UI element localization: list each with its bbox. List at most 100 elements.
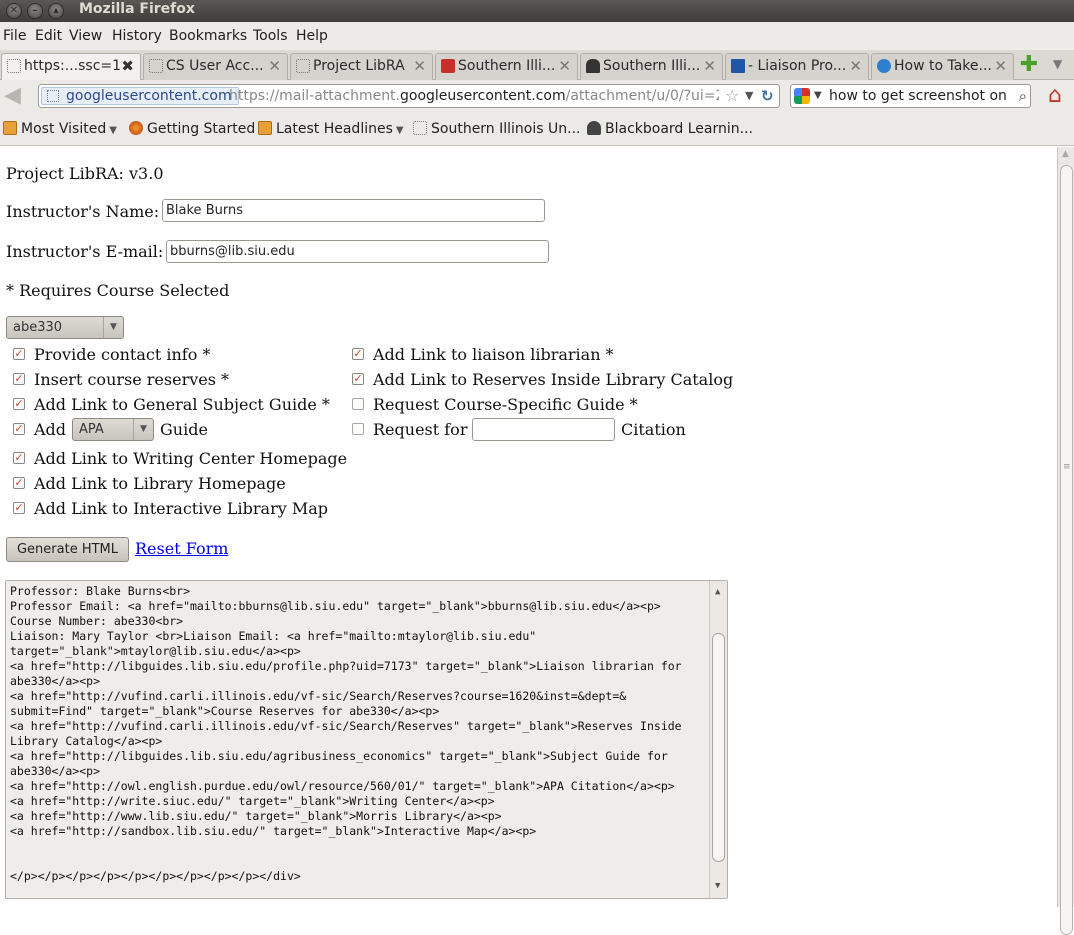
tab-label: CS User Acc... bbox=[166, 58, 264, 74]
citation-request-label: Request for bbox=[373, 420, 468, 439]
page-scrollbar[interactable]: ▲ ≡ bbox=[1057, 147, 1074, 935]
tab-southern-illinois[interactable]: Southern Illi... ✕ bbox=[580, 53, 723, 80]
tab-how-to-take[interactable]: How to Take... ✕ bbox=[871, 53, 1014, 80]
tab-list-chevron-icon[interactable]: ▼ bbox=[1053, 57, 1062, 71]
url-bar[interactable]: googleusercontent.com https://mail-attac… bbox=[38, 84, 780, 108]
provide-contact-checkbox[interactable]: ✓ bbox=[13, 348, 25, 360]
menu-tools[interactable]: Tools bbox=[253, 28, 288, 44]
menu-edit[interactable]: Edit bbox=[35, 28, 62, 44]
reserves-catalog-checkbox[interactable]: ✓ bbox=[352, 373, 364, 385]
output-line: <a href="http://www.lib.siu.edu/" target… bbox=[10, 809, 502, 823]
close-window-button[interactable]: ✕ bbox=[6, 3, 22, 19]
bookmark-most-visited[interactable]: Most Visited ▼ bbox=[3, 121, 117, 137]
output-scroll-thumb[interactable] bbox=[712, 633, 725, 862]
chevron-down-icon: ▼ bbox=[103, 317, 123, 338]
output-line: Professor Email: <a href="mailto:bburns@… bbox=[10, 599, 661, 613]
minimize-window-button[interactable]: – bbox=[27, 3, 43, 19]
tab-cs-user[interactable]: CS User Acc... ✕ bbox=[143, 53, 288, 80]
bookmark-label: Most Visited bbox=[21, 121, 107, 137]
gmail-icon bbox=[441, 59, 455, 73]
back-arrow-icon[interactable]: ◀ bbox=[4, 83, 21, 108]
output-line: submit=Find" target="_blank">Course Rese… bbox=[10, 704, 440, 718]
new-tab-plus-icon[interactable]: ✚ bbox=[1018, 54, 1040, 76]
libguides-icon bbox=[731, 59, 745, 73]
requires-course-note: * Requires Course Selected bbox=[6, 281, 230, 300]
bookmark-blackboard[interactable]: Blackboard Learnin... bbox=[587, 121, 753, 137]
url-history-dropdown-icon[interactable]: ▼ bbox=[745, 89, 753, 102]
page-scroll-thumb[interactable] bbox=[1060, 165, 1073, 935]
liaison-librarian-label: Add Link to liaison librarian * bbox=[373, 345, 614, 364]
output-scrollbar[interactable]: ▲ ▼ bbox=[709, 581, 727, 898]
search-icon[interactable]: ⌕ bbox=[1019, 87, 1027, 105]
tab-close-icon[interactable]: ✕ bbox=[994, 57, 1007, 75]
bookmark-southern-illinois[interactable]: Southern Illinois Un... bbox=[413, 121, 580, 137]
chevron-down-icon: ▼ bbox=[133, 419, 153, 440]
menu-history[interactable]: History bbox=[112, 28, 162, 44]
instructor-email-input[interactable]: bburns@lib.siu.edu bbox=[166, 240, 549, 263]
scroll-down-icon[interactable]: ▼ bbox=[715, 879, 720, 894]
generate-html-button[interactable]: Generate HTML bbox=[6, 537, 129, 562]
menu-help[interactable]: Help bbox=[296, 28, 328, 44]
tab-close-icon[interactable]: ✕ bbox=[703, 57, 716, 75]
guide-suffix-label: Guide bbox=[160, 420, 208, 439]
tab-liaison[interactable]: - Liaison Pro... ✕ bbox=[725, 53, 869, 80]
menu-file[interactable]: File bbox=[3, 28, 26, 44]
menu-view[interactable]: View bbox=[69, 28, 102, 44]
writing-center-checkbox[interactable]: ✓ bbox=[13, 452, 25, 464]
liaison-librarian-checkbox[interactable]: ✓ bbox=[352, 348, 364, 360]
menu-bookmarks[interactable]: Bookmarks bbox=[169, 28, 247, 44]
output-line: Liaison: Mary Taylor <br>Liaison Email: … bbox=[10, 629, 537, 643]
output-line: <a href="http://sandbox.lib.siu.edu/" ta… bbox=[10, 824, 537, 838]
reload-icon[interactable]: ↻ bbox=[761, 87, 774, 105]
tab-label: https:...ssc=1 bbox=[24, 58, 122, 74]
page-icon bbox=[296, 59, 310, 73]
citation-guide-checkbox[interactable]: ✓ bbox=[13, 423, 25, 435]
scroll-up-icon[interactable]: ▲ bbox=[715, 585, 720, 600]
site-identity-button[interactable]: googleusercontent.com bbox=[41, 87, 239, 105]
output-line: <a href="http://libguides.lib.siu.edu/ag… bbox=[10, 749, 668, 763]
page-icon bbox=[7, 59, 21, 73]
tab-close-icon[interactable]: ✕ bbox=[413, 57, 426, 75]
url-text[interactable]: https://mail-attachment.googleuserconten… bbox=[229, 88, 719, 104]
library-map-checkbox[interactable]: ✓ bbox=[13, 502, 25, 514]
tab-attachment[interactable]: https:...ssc=1 ✖ bbox=[1, 53, 141, 80]
bookmark-label: Blackboard Learnin... bbox=[605, 121, 753, 137]
generated-html-output[interactable]: Professor: Blake Burns<br> Professor Emai… bbox=[5, 580, 728, 899]
citation-request-input[interactable] bbox=[472, 418, 615, 441]
google-engine-icon[interactable] bbox=[794, 88, 810, 104]
bookmark-label: Southern Illinois Un... bbox=[431, 121, 581, 137]
search-bar[interactable]: ▼ how to get screenshot on liux ⌕ bbox=[790, 84, 1031, 108]
tab-label: Project LibRA bbox=[313, 58, 405, 74]
reset-form-link[interactable]: Reset Form bbox=[135, 539, 228, 558]
chevron-down-icon: ▼ bbox=[109, 125, 117, 136]
bookmark-getting-started[interactable]: Getting Started bbox=[129, 121, 255, 137]
tab-label: - Liaison Pro... bbox=[748, 58, 847, 74]
course-select[interactable]: abe330 ▼ bbox=[6, 316, 124, 339]
course-specific-guide-checkbox[interactable] bbox=[352, 398, 364, 410]
tab-close-icon[interactable]: ✕ bbox=[268, 57, 281, 75]
subject-guide-checkbox[interactable]: ✓ bbox=[13, 398, 25, 410]
citation-request-checkbox[interactable] bbox=[352, 423, 364, 435]
course-reserves-checkbox[interactable]: ✓ bbox=[13, 373, 25, 385]
home-icon[interactable]: ⌂ bbox=[1043, 84, 1067, 108]
bookmark-latest-headlines[interactable]: Latest Headlines ▼ bbox=[258, 121, 404, 137]
tab-southern-illinois-mail[interactable]: Southern Illi... ✕ bbox=[435, 53, 578, 80]
output-line: <a href="http://libguides.lib.siu.edu/pr… bbox=[10, 659, 682, 673]
tab-close-icon[interactable]: ✕ bbox=[558, 57, 571, 75]
rss-icon bbox=[258, 121, 272, 135]
tab-project-libra[interactable]: Project LibRA ✕ bbox=[290, 53, 433, 80]
citation-style-select[interactable]: APA ▼ bbox=[72, 418, 154, 441]
tab-label: How to Take... bbox=[894, 58, 992, 74]
instructor-name-input[interactable]: Blake Burns bbox=[162, 199, 545, 222]
tab-close-icon[interactable]: ✕ bbox=[849, 57, 862, 75]
course-select-value: abe330 bbox=[13, 320, 63, 335]
navigation-bar: ◀ googleusercontent.com https://mail-att… bbox=[0, 80, 1074, 113]
scroll-up-icon[interactable]: ▲ bbox=[1062, 149, 1069, 159]
search-engine-dropdown-icon[interactable]: ▼ bbox=[814, 90, 822, 101]
bookmark-star-icon[interactable]: ☆ bbox=[725, 86, 739, 105]
maximize-window-button[interactable]: ▴ bbox=[48, 3, 64, 19]
search-input[interactable]: how to get screenshot on liux bbox=[829, 88, 1009, 104]
tab-close-icon[interactable]: ✖ bbox=[121, 57, 134, 75]
library-homepage-checkbox[interactable]: ✓ bbox=[13, 477, 25, 489]
